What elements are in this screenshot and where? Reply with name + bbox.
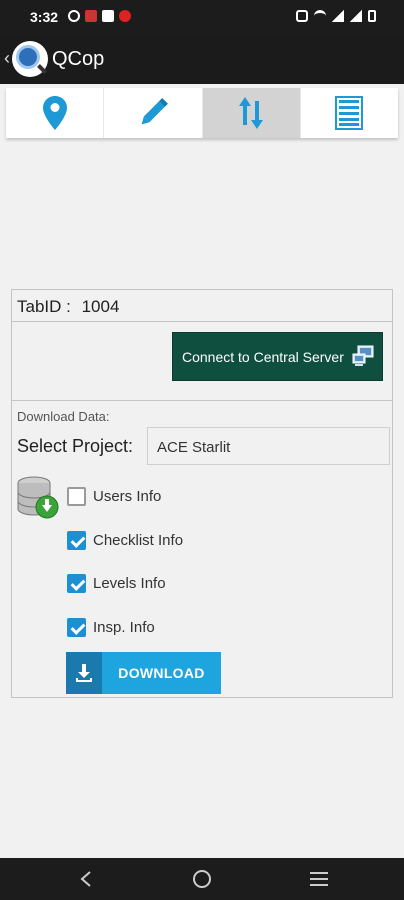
insp-info-label[interactable]: Insp. Info xyxy=(93,619,155,636)
vpn-icon xyxy=(68,10,80,22)
tab-id-row: TabID : 1004 xyxy=(12,290,392,322)
battery-icon xyxy=(368,10,376,22)
jio-icon xyxy=(119,10,131,22)
status-system-icons xyxy=(296,10,376,22)
checkbox-row-insp[interactable]: Insp. Info xyxy=(67,615,155,639)
nav-recents-icon[interactable] xyxy=(307,867,331,891)
status-time: 3:32 xyxy=(30,9,59,25)
nav-home-icon[interactable] xyxy=(190,867,214,891)
app-title: QCop xyxy=(52,48,105,70)
tab-id-value: 1004 xyxy=(81,297,120,316)
tab-id-label: TabID : xyxy=(17,297,71,316)
checkbox-row-levels[interactable]: Levels Info xyxy=(67,571,166,595)
nav-back-icon[interactable] xyxy=(74,867,98,891)
pencil-icon xyxy=(141,98,168,125)
tab-sync[interactable] xyxy=(202,88,301,138)
checklist-info-label[interactable]: Checklist Info xyxy=(93,532,183,549)
tab-location[interactable] xyxy=(6,88,105,138)
checkbox-row-checklist[interactable]: Checklist Info xyxy=(67,528,183,552)
app-notification-icon xyxy=(85,10,97,22)
computer-network-icon xyxy=(352,345,374,366)
wifi-icon xyxy=(314,10,326,22)
download-button-label: DOWNLOAD xyxy=(118,665,205,681)
tab-bar xyxy=(6,88,398,138)
system-nav-bar xyxy=(0,858,404,900)
status-notification-icons xyxy=(68,10,131,22)
checklist-info-checkbox[interactable] xyxy=(67,530,86,550)
signal-icon xyxy=(332,10,344,22)
levels-info-label[interactable]: Levels Info xyxy=(93,575,166,592)
download-data-label: Download Data: xyxy=(17,409,110,424)
users-info-checkbox[interactable] xyxy=(67,486,86,506)
tab-edit[interactable] xyxy=(104,88,203,138)
location-pin-icon xyxy=(42,96,67,130)
insp-info-checkbox[interactable] xyxy=(67,617,86,637)
status-bar: 3:32 xyxy=(0,0,404,34)
checkbox-row-users[interactable]: Users Info xyxy=(67,484,161,508)
app-logo-icon[interactable] xyxy=(12,41,48,77)
list-icon xyxy=(335,96,364,130)
sync-arrows-icon xyxy=(239,97,264,129)
download-button[interactable]: DOWNLOAD xyxy=(66,652,221,694)
database-download-icon xyxy=(17,476,59,519)
mail-icon xyxy=(102,10,114,22)
app-bar: ‹ QCop xyxy=(0,34,404,84)
call-icon xyxy=(296,10,308,22)
select-project-label: Select Project: xyxy=(17,436,134,456)
users-info-label[interactable]: Users Info xyxy=(93,488,161,505)
back-arrow-icon[interactable]: ‹ xyxy=(4,48,10,69)
connect-button-label: Connect to Central Server xyxy=(182,348,344,365)
tab-list[interactable] xyxy=(300,88,398,138)
signal-icon-2 xyxy=(350,10,362,22)
download-icon xyxy=(66,652,102,694)
sync-panel: TabID : 1004 Connect to Central Server D… xyxy=(11,289,393,698)
levels-info-checkbox[interactable] xyxy=(67,573,86,593)
project-select[interactable]: ACE Starlit xyxy=(147,427,390,465)
connect-central-server-button[interactable]: Connect to Central Server xyxy=(172,332,383,381)
connect-row: Connect to Central Server xyxy=(12,322,392,401)
